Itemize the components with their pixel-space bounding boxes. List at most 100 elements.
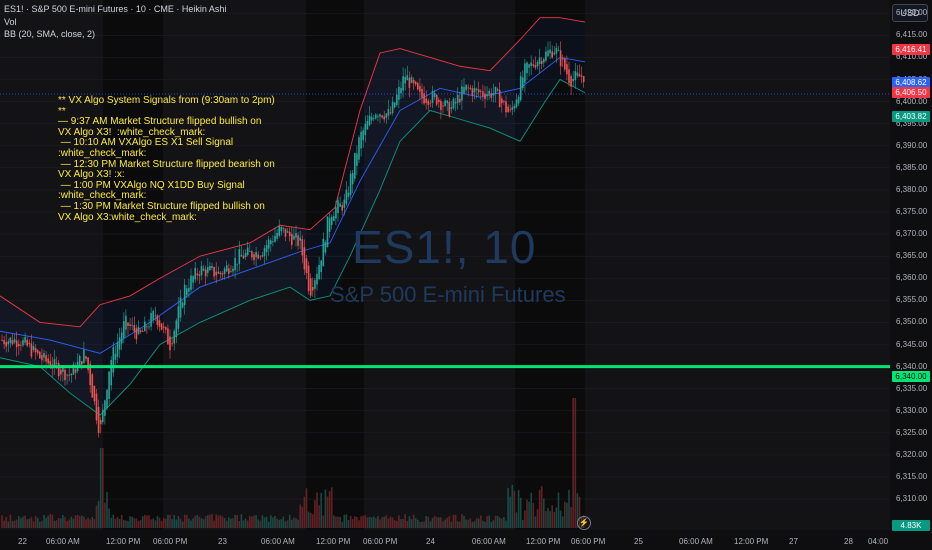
volume-bar [456, 521, 459, 528]
candle-body [385, 113, 388, 118]
candle-body [461, 86, 463, 101]
candle-body [223, 268, 226, 274]
time-tick: 22 [18, 537, 27, 546]
candle-body [259, 256, 262, 258]
volume-bar [276, 518, 278, 528]
candle-body [20, 344, 22, 346]
candle-body [354, 152, 356, 179]
candle-body [288, 231, 291, 237]
candle-body [150, 313, 152, 327]
note-line: VX Algo X3:white_check_mark: [58, 211, 197, 223]
volume-bar [568, 489, 570, 528]
volume-bar [15, 519, 18, 528]
volume-bar [356, 517, 358, 528]
price-chart[interactable] [0, 0, 932, 550]
symbol-title[interactable]: ES1! · S&P 500 E-mini Futures · 10 · CME… [4, 4, 226, 15]
volume-bar [368, 516, 371, 528]
volume-bar [36, 517, 39, 528]
candle-body [97, 406, 100, 434]
volume-bar [5, 517, 7, 528]
candle-body [190, 275, 192, 290]
volume-bar [370, 517, 373, 528]
candle-body [209, 265, 211, 271]
candle-body [135, 328, 138, 340]
candle-body [139, 330, 142, 333]
volume-bar [393, 520, 396, 528]
candle-body [301, 239, 304, 256]
candle-body [349, 173, 352, 195]
volume-bar [400, 519, 402, 528]
bollinger-legend[interactable]: BB (20, SMA, close, 2) [4, 29, 95, 40]
candle-body [414, 81, 417, 85]
candle-body [435, 95, 438, 105]
candle-body [309, 278, 312, 296]
candle-body [24, 337, 26, 343]
volume-bar [540, 486, 543, 528]
candle-body [146, 326, 148, 328]
volume-bar [307, 511, 310, 528]
volume-bar [181, 521, 184, 528]
candle-body [486, 94, 488, 97]
volume-bar [534, 516, 537, 528]
candle-body [200, 265, 203, 276]
volume-bar [112, 514, 115, 528]
candle-body [129, 324, 131, 327]
volume-bar [423, 521, 425, 528]
time-tick: 28 [844, 537, 853, 546]
candle-body [181, 302, 184, 308]
volume-bar [421, 521, 423, 528]
candle-body [328, 218, 331, 232]
candle-body [5, 342, 7, 347]
volume-bar [438, 517, 440, 528]
candle-body [236, 263, 238, 265]
volume-bar [326, 496, 329, 528]
candle-body [13, 339, 16, 343]
volume-bar [135, 518, 138, 528]
volume-bar [137, 521, 140, 528]
candle-body [538, 57, 541, 65]
replay-icon[interactable]: ⚡ [577, 516, 591, 530]
volume-bar [566, 502, 568, 528]
candle-body [559, 50, 562, 67]
candle-body [299, 237, 301, 241]
candle-body [36, 350, 39, 354]
candle-body [503, 100, 505, 102]
volume-bar [299, 504, 301, 528]
volume-bar [305, 488, 308, 528]
candle-body [127, 322, 129, 326]
volume-bar [160, 521, 163, 528]
price-tick: 6,375.00 [896, 207, 928, 216]
candle-body [188, 287, 190, 292]
candle-body [456, 95, 459, 103]
candle-body [358, 137, 360, 160]
volume-bar [507, 487, 509, 528]
volume-bar [482, 520, 484, 528]
price-tick: 6,340.00 [896, 361, 928, 371]
candle-body [112, 347, 115, 373]
candle-body [324, 241, 327, 253]
volume-bar [64, 516, 66, 528]
volume-bar [318, 505, 320, 528]
candle-body [431, 90, 434, 103]
volume-bar [146, 515, 148, 528]
candle-body [192, 276, 194, 283]
candle-body [194, 267, 196, 280]
volume-bar [85, 519, 87, 528]
volume-bar [34, 515, 37, 528]
candle-body [536, 61, 539, 67]
volume-bar [83, 516, 85, 528]
volume-bar [165, 518, 167, 528]
volume-bar [498, 517, 501, 528]
candle-body [320, 260, 322, 273]
volume-bar [186, 515, 188, 528]
volume-bar [53, 520, 56, 528]
candle-body [196, 273, 199, 276]
candle-body [566, 64, 568, 75]
volume-bar [314, 500, 316, 528]
volume-bar [72, 518, 75, 528]
volume-legend[interactable]: Vol [4, 17, 17, 28]
time-tick: 06:00 AM [46, 537, 80, 546]
candle-body [448, 101, 451, 117]
volume-bar [251, 516, 253, 528]
candle-body [32, 346, 35, 351]
